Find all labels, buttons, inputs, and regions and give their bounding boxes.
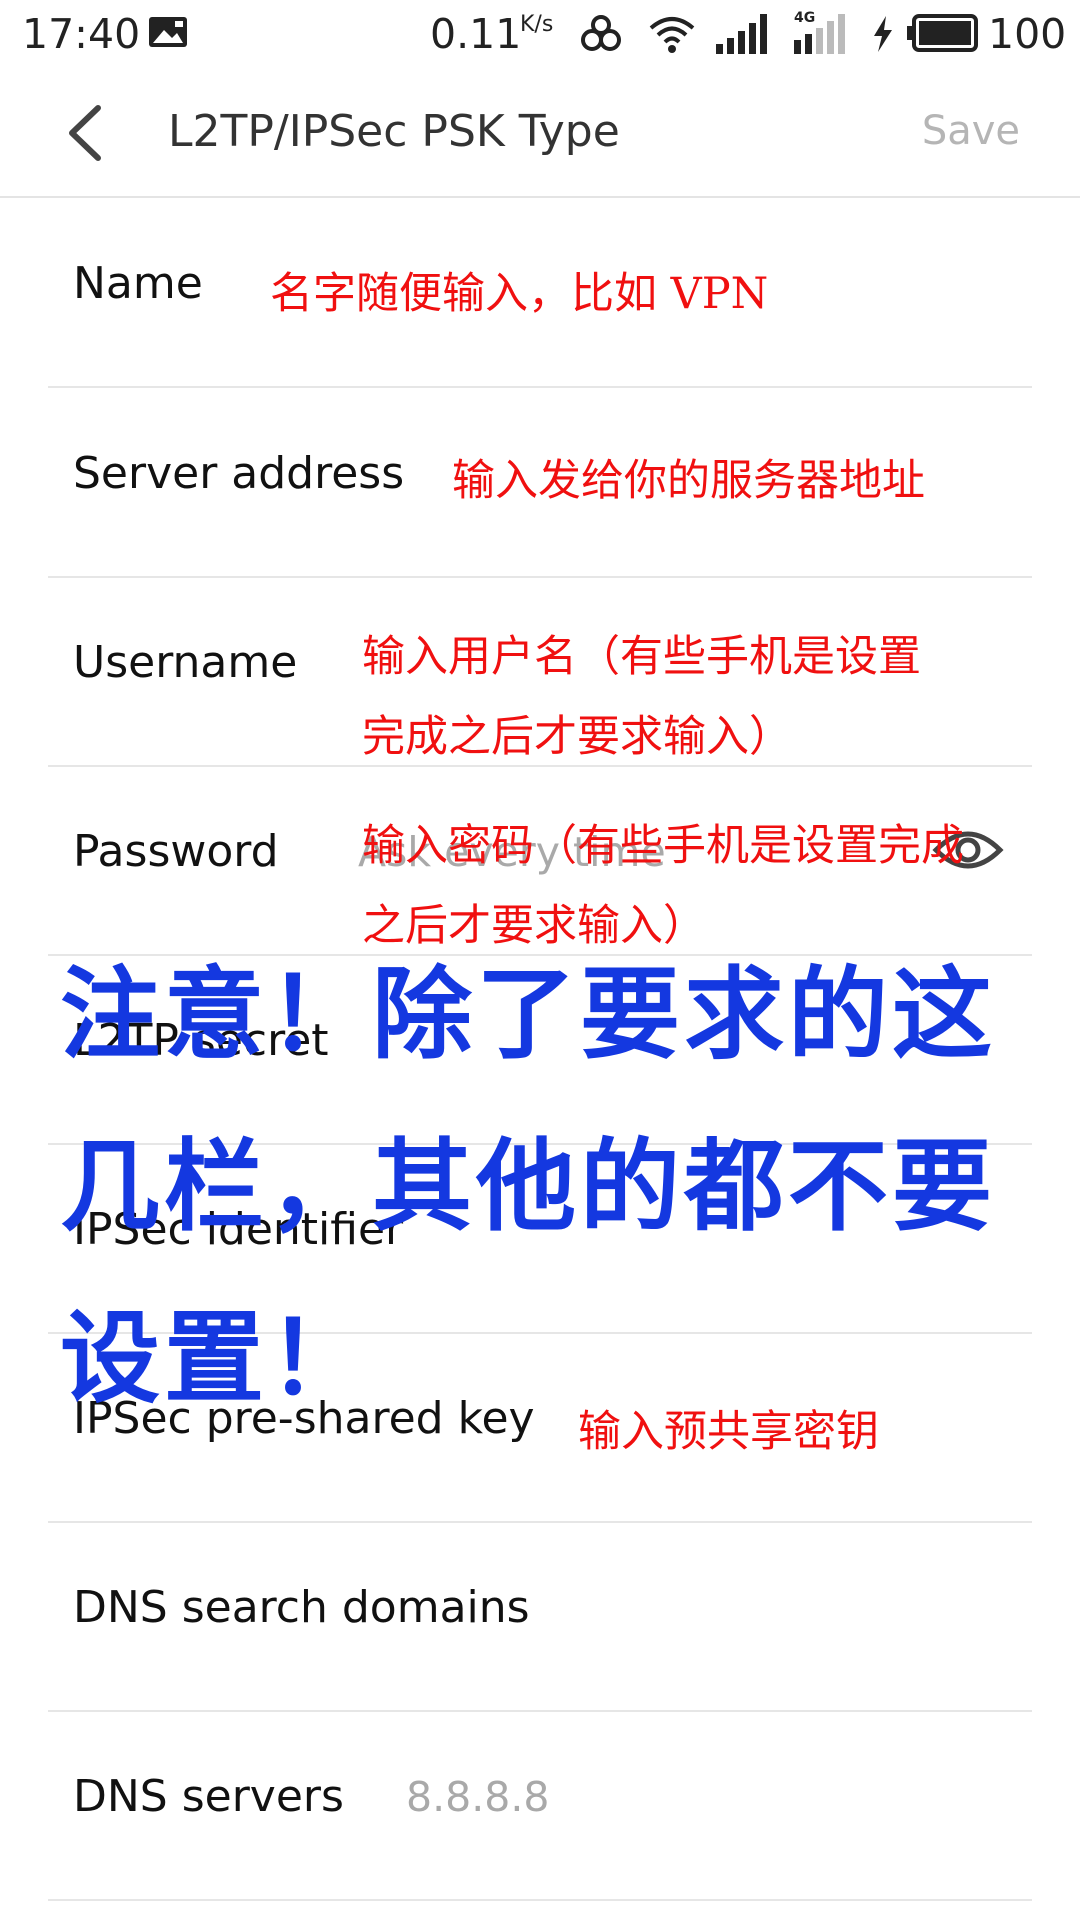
link-icon — [581, 15, 621, 51]
dns-servers-placeholder[interactable]: 8.8.8.8 — [406, 1773, 549, 1821]
signal-icon — [716, 14, 767, 54]
dns-search-domains-row[interactable]: DNS search domains — [48, 1522, 1032, 1712]
battery-level: 100 — [988, 10, 1067, 58]
name-label: Name — [73, 258, 203, 309]
battery-icon — [907, 14, 978, 52]
photo-icon — [149, 17, 187, 47]
dns-servers-row[interactable]: DNS servers 8.8.8.8 — [48, 1711, 1032, 1901]
annotation-server: 输入发给你的服务器地址 — [452, 456, 925, 506]
network-speed: 0.11 — [430, 10, 522, 58]
page-title: L2TP/IPSec PSK Type — [168, 106, 620, 157]
annotation-username-1: 输入用户名（有些手机是设置 — [362, 632, 921, 682]
annotation-name: 名字随便输入，比如 VPN — [270, 269, 769, 319]
password-label: Password — [73, 826, 279, 877]
status-bar: 17:40 0.11 K/s 4G 100 — [0, 0, 1080, 66]
dns-servers-label: DNS servers — [73, 1771, 344, 1822]
wifi-icon — [649, 17, 695, 53]
annotation-password-1: 输入密码（有些手机是设置完成 — [362, 821, 964, 871]
charging-icon — [874, 16, 892, 52]
warning-line-3: 设置！ — [60, 1300, 372, 1417]
warning-line-2: 几栏，其他的都不要 — [60, 1128, 996, 1245]
annotation-psk: 输入预共享密钥 — [578, 1407, 879, 1457]
network-speed-unit: K/s — [520, 12, 554, 37]
status-time: 17:40 — [22, 10, 141, 58]
save-button[interactable]: Save — [922, 108, 1020, 154]
server-address-label: Server address — [73, 448, 405, 499]
annotation-username-2: 完成之后才要求输入） — [362, 712, 792, 762]
warning-line-1: 注意！除了要求的这 — [60, 956, 996, 1073]
back-button[interactable] — [60, 102, 120, 164]
network-type: 4G — [794, 10, 816, 26]
dns-search-domains-label: DNS search domains — [73, 1582, 530, 1633]
toolbar: L2TP/IPSec PSK Type Save — [0, 66, 1080, 198]
username-label: Username — [73, 637, 298, 688]
